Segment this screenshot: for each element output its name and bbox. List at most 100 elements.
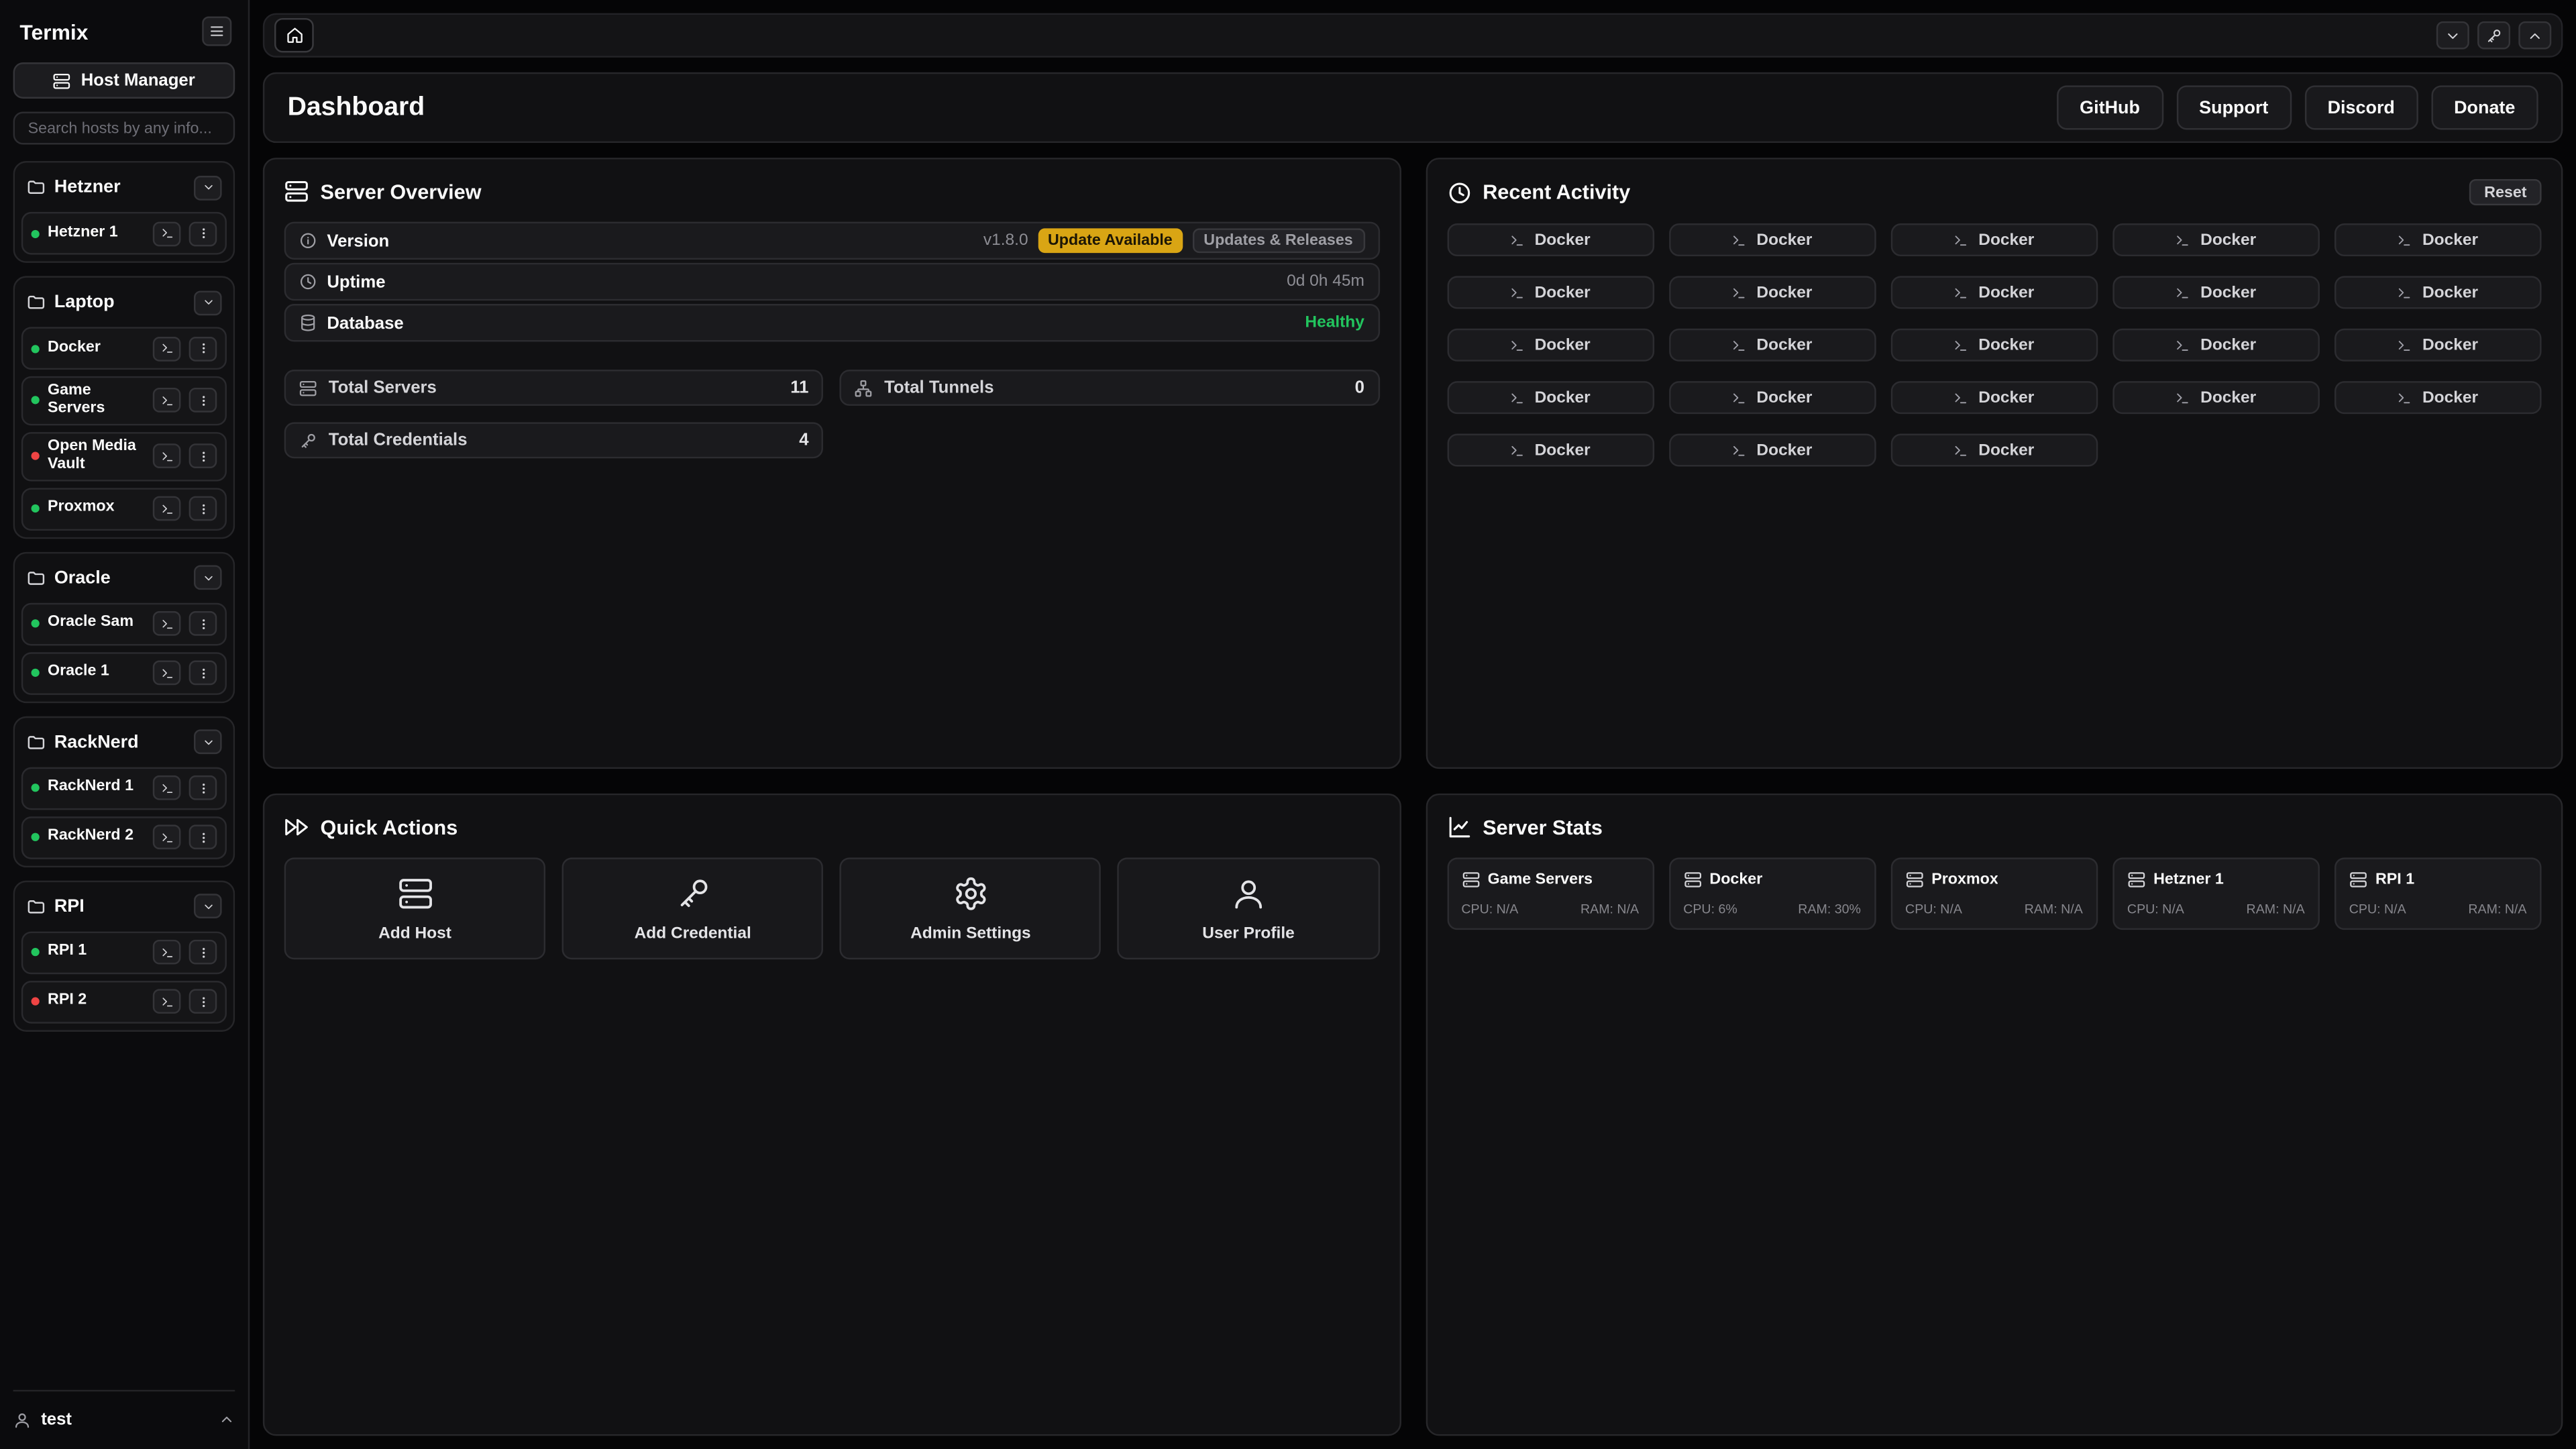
ssh-keys-button[interactable] xyxy=(2477,21,2510,50)
header-link-button[interactable]: GitHub xyxy=(2057,85,2163,129)
host-menu-button[interactable] xyxy=(189,661,217,686)
activity-item-button[interactable]: Docker xyxy=(2112,223,2320,256)
host-row[interactable]: Oracle 1 xyxy=(21,651,227,694)
host-row[interactable]: RackNerd 1 xyxy=(21,767,227,810)
activity-item-button[interactable]: Docker xyxy=(1890,381,2098,414)
reset-button[interactable]: Reset xyxy=(2469,179,2541,205)
host-row[interactable]: Docker xyxy=(21,327,227,370)
host-terminal-button[interactable] xyxy=(153,336,181,361)
activity-item-button[interactable]: Docker xyxy=(2112,329,2320,362)
host-menu-button[interactable] xyxy=(189,444,217,469)
host-terminal-button[interactable] xyxy=(153,775,181,800)
host-row[interactable]: Hetzner 1 xyxy=(21,212,227,255)
user-menu[interactable]: test xyxy=(13,1390,235,1436)
host-menu-button[interactable] xyxy=(189,825,217,850)
activity-item-button[interactable]: Docker xyxy=(2334,223,2542,256)
activity-item-button[interactable]: Docker xyxy=(1668,223,1876,256)
folder-collapse-button[interactable] xyxy=(194,290,222,315)
host-row[interactable]: Game Servers xyxy=(21,376,227,425)
folder-header[interactable]: Laptop xyxy=(21,284,227,321)
host-menu-button[interactable] xyxy=(189,388,217,413)
chevron-up-icon xyxy=(219,1411,235,1428)
activity-item-button[interactable]: Docker xyxy=(1890,223,2098,256)
host-menu-button[interactable] xyxy=(189,989,217,1014)
tab-home[interactable] xyxy=(274,18,314,52)
activity-item-button[interactable]: Docker xyxy=(1668,276,1876,309)
folder-collapse-button[interactable] xyxy=(194,894,222,919)
folder-collapse-button[interactable] xyxy=(194,730,222,755)
folder-collapse-button[interactable] xyxy=(194,566,222,590)
host-menu-button[interactable] xyxy=(189,221,217,246)
server-stat-tile[interactable]: Proxmox CPU: N/A RAM: N/A xyxy=(1890,857,2098,930)
activity-item-button[interactable]: Docker xyxy=(1668,434,1876,467)
host-terminal-button[interactable] xyxy=(153,444,181,469)
server-stat-tile[interactable]: Hetzner 1 CPU: N/A RAM: N/A xyxy=(2112,857,2320,930)
host-terminal-button[interactable] xyxy=(153,940,181,965)
header-link-button[interactable]: Support xyxy=(2176,85,2292,129)
activity-item-button[interactable]: Docker xyxy=(2112,381,2320,414)
host-terminal-button[interactable] xyxy=(153,661,181,686)
host-terminal-button[interactable] xyxy=(153,496,181,521)
add-credential-button[interactable]: Add Credential xyxy=(562,857,824,959)
tabs-chevron-up-button[interactable] xyxy=(2518,21,2551,50)
folder-header[interactable]: RPI xyxy=(21,888,227,924)
host-status-dot xyxy=(32,998,40,1006)
host-terminal-button[interactable] xyxy=(153,221,181,246)
update-available-badge[interactable]: Update Available xyxy=(1038,228,1182,253)
host-manager-button[interactable]: Host Manager xyxy=(13,62,235,99)
header-link-button[interactable]: Donate xyxy=(2431,85,2538,129)
activity-item-button[interactable]: Docker xyxy=(1446,223,1654,256)
host-terminal-button[interactable] xyxy=(153,388,181,413)
tabs-chevron-down-button[interactable] xyxy=(2436,21,2469,50)
activity-item-button[interactable]: Docker xyxy=(1668,381,1876,414)
host-terminal-button[interactable] xyxy=(153,989,181,1014)
activity-item-button[interactable]: Docker xyxy=(1890,276,2098,309)
folder-name: Hetzner xyxy=(54,177,121,197)
host-menu-button[interactable] xyxy=(189,496,217,521)
host-menu-button[interactable] xyxy=(189,940,217,965)
activity-item-button[interactable]: Docker xyxy=(2334,329,2542,362)
header-link-button[interactable]: Discord xyxy=(2304,85,2418,129)
server-stat-cpu: CPU: N/A xyxy=(1461,902,1518,916)
activity-item-button[interactable]: Docker xyxy=(1668,329,1876,362)
version-value: v1.8.0 xyxy=(983,231,1028,250)
folder-collapse-button[interactable] xyxy=(194,175,222,200)
host-row[interactable]: Open Media Vault xyxy=(21,432,227,481)
activity-item-button[interactable]: Docker xyxy=(1446,276,1654,309)
updates-releases-button[interactable]: Updates & Releases xyxy=(1192,228,1364,253)
server-stat-tile[interactable]: RPI 1 CPU: N/A RAM: N/A xyxy=(2334,857,2542,930)
activity-item-button[interactable]: Docker xyxy=(1446,381,1654,414)
activity-item-button[interactable]: Docker xyxy=(2112,276,2320,309)
activity-item-button[interactable]: Docker xyxy=(1446,434,1654,467)
server-stat-tile[interactable]: Docker CPU: 6% RAM: 30% xyxy=(1668,857,1876,930)
sidebar-menu-button[interactable] xyxy=(202,16,231,46)
host-row[interactable]: RPI 2 xyxy=(21,980,227,1023)
admin-settings-button[interactable]: Admin Settings xyxy=(840,857,1102,959)
terminal-icon xyxy=(160,449,174,463)
server-stat-tile[interactable]: Game Servers CPU: N/A RAM: N/A xyxy=(1446,857,1654,930)
user-profile-button[interactable]: User Profile xyxy=(1118,857,1379,959)
database-status: Healthy xyxy=(1305,314,1364,332)
host-search-input[interactable] xyxy=(13,112,235,145)
host-row[interactable]: Oracle Sam xyxy=(21,602,227,645)
host-row[interactable]: RPI 1 xyxy=(21,931,227,974)
folder-hetzner: Hetzner Hetzner 1 xyxy=(13,161,235,263)
folder-header[interactable]: RackNerd xyxy=(21,724,227,760)
overview-stats: Total Servers 11 Total Tunnels 0 Total C… xyxy=(284,370,1379,458)
activity-item-button[interactable]: Docker xyxy=(1890,329,2098,362)
host-menu-button[interactable] xyxy=(189,611,217,636)
activity-item-button[interactable]: Docker xyxy=(1446,329,1654,362)
folder-header[interactable]: Hetzner xyxy=(21,169,227,205)
host-terminal-button[interactable] xyxy=(153,611,181,636)
host-row[interactable]: RackNerd 2 xyxy=(21,816,227,859)
host-menu-button[interactable] xyxy=(189,336,217,361)
host-menu-button[interactable] xyxy=(189,775,217,800)
add-host-button[interactable]: Add Host xyxy=(284,857,546,959)
host-row[interactable]: Proxmox xyxy=(21,488,227,531)
activity-item-button[interactable]: Docker xyxy=(1890,434,2098,467)
host-terminal-button[interactable] xyxy=(153,825,181,850)
activity-item-button[interactable]: Docker xyxy=(2334,381,2542,414)
activity-item-button[interactable]: Docker xyxy=(2334,276,2542,309)
folder-header[interactable]: Oracle xyxy=(21,559,227,596)
chevron-up-icon xyxy=(2527,27,2543,43)
